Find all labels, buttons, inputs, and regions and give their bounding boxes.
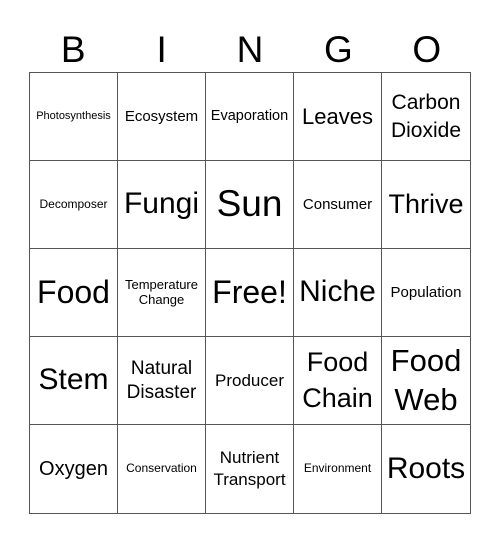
- bingo-cell[interactable]: Natural Disaster: [118, 337, 206, 425]
- cell-label: Food Web: [390, 342, 462, 417]
- cell-label: Fungi: [123, 187, 200, 221]
- cell-label: Stem: [38, 363, 109, 397]
- cell-label: Niche: [299, 275, 376, 309]
- cell-label: Food Chain: [302, 347, 373, 413]
- header-letter-i: I: [156, 29, 167, 70]
- cell-label: Carbon Dioxide: [390, 91, 462, 142]
- bingo-cell[interactable]: Photosynthesis: [30, 73, 118, 161]
- bingo-cell[interactable]: Consumer: [294, 161, 382, 249]
- bingo-board: Photosynthesis Ecosystem Evaporation Lea…: [29, 72, 471, 514]
- free-space-label: Free!: [212, 274, 287, 311]
- header-letter-g: G: [324, 29, 353, 70]
- cell-label: Photosynthesis: [36, 110, 111, 123]
- cell-label: Conservation: [126, 461, 197, 476]
- bingo-cell[interactable]: Producer: [206, 337, 294, 425]
- cell-label: Ecosystem: [124, 107, 199, 125]
- cell-label: Temperature Change: [125, 276, 198, 307]
- bingo-cell[interactable]: Sun: [206, 161, 294, 249]
- bingo-cell[interactable]: Nutrient Transport: [206, 425, 294, 513]
- bingo-header: B I N G O: [29, 28, 471, 72]
- header-letter-o: O: [412, 29, 442, 70]
- bingo-cell[interactable]: Roots: [382, 425, 470, 513]
- cell-label: Natural Disaster: [126, 357, 197, 403]
- bingo-cell[interactable]: Population: [382, 249, 470, 337]
- bingo-cell[interactable]: Temperature Change: [118, 249, 206, 337]
- free-space-cell[interactable]: Free!: [206, 249, 294, 337]
- bingo-cell[interactable]: Thrive: [382, 161, 470, 249]
- cell-label: Producer: [215, 370, 284, 390]
- bingo-cell[interactable]: Conservation: [118, 425, 206, 513]
- bingo-cell[interactable]: Evaporation: [206, 73, 294, 161]
- bingo-cell[interactable]: Carbon Dioxide: [382, 73, 470, 161]
- cell-label: Population: [390, 283, 462, 301]
- bingo-cell[interactable]: Niche: [294, 249, 382, 337]
- header-letter-b: B: [60, 29, 86, 70]
- cell-label: Leaves: [302, 103, 373, 129]
- cell-label: Roots: [386, 451, 466, 485]
- bingo-cell[interactable]: Decomposer: [30, 161, 118, 249]
- cell-label: Consumer: [302, 195, 373, 213]
- bingo-cell[interactable]: Fungi: [118, 161, 206, 249]
- bingo-cell[interactable]: Ecosystem: [118, 73, 206, 161]
- header-letter-n: N: [236, 29, 264, 70]
- cell-label: Thrive: [388, 188, 464, 219]
- bingo-cell[interactable]: Food Web: [382, 337, 470, 425]
- cell-label: Decomposer: [39, 196, 108, 211]
- bingo-cell[interactable]: Food Chain: [294, 337, 382, 425]
- bingo-cell[interactable]: Stem: [30, 337, 118, 425]
- cell-label: Sun: [216, 183, 283, 225]
- cell-label: Food: [37, 274, 110, 311]
- bingo-cell[interactable]: Food: [30, 249, 118, 337]
- cell-label: Environment: [303, 461, 372, 476]
- cell-label: Nutrient Transport: [213, 447, 286, 489]
- bingo-cell[interactable]: Leaves: [294, 73, 382, 161]
- bingo-cell[interactable]: Oxygen: [30, 425, 118, 513]
- cell-label: Oxygen: [39, 457, 108, 480]
- cell-label: Evaporation: [210, 108, 289, 125]
- bingo-cell[interactable]: Environment: [294, 425, 382, 513]
